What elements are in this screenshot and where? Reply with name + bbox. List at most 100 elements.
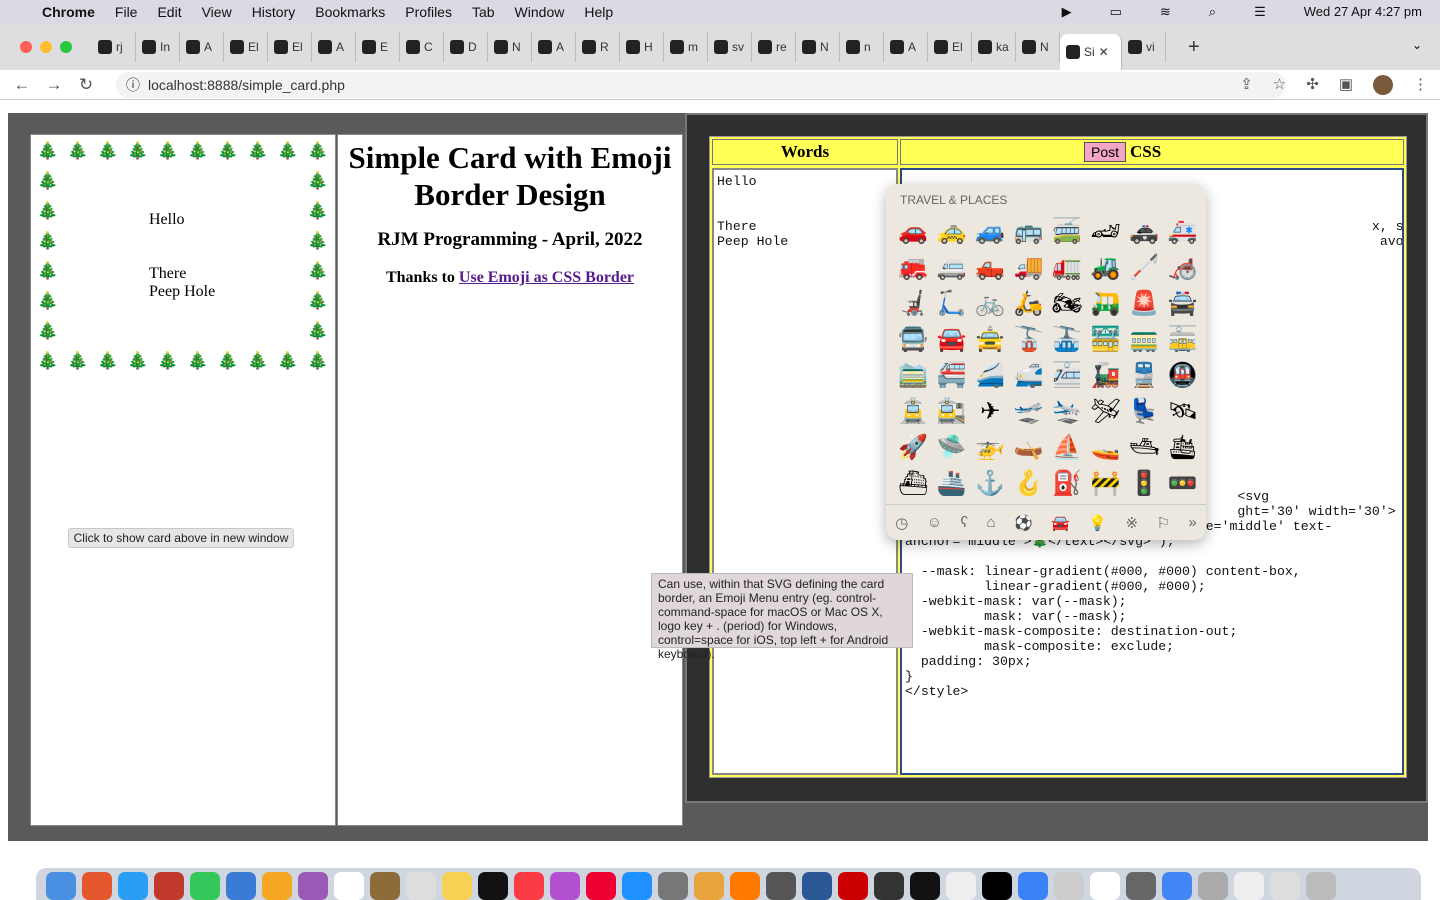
ball-icon[interactable]: ⚽ (1014, 514, 1033, 532)
emoji-option[interactable]: 🪝 (1010, 466, 1049, 502)
tab[interactable]: sv (708, 32, 752, 62)
dock-app-icon[interactable] (406, 872, 436, 900)
emoji-option[interactable]: 🚀 (894, 430, 933, 466)
emoji-option[interactable]: 🦽 (1164, 250, 1203, 286)
info-icon[interactable]: ⓘ (126, 75, 140, 95)
emoji-option[interactable]: 🛰 (1164, 394, 1203, 430)
dock-app-icon[interactable] (334, 872, 364, 900)
emoji-option[interactable]: 🚗 (894, 214, 933, 250)
tab[interactable]: A (180, 32, 224, 62)
dock-app-icon[interactable] (694, 872, 724, 900)
dock-app-icon[interactable] (442, 872, 472, 900)
dock-app-icon[interactable] (1198, 872, 1228, 900)
emoji-option[interactable]: 🚡 (1010, 322, 1049, 358)
emoji-option[interactable]: 🚜 (1087, 250, 1126, 286)
close-window-button[interactable] (20, 41, 32, 53)
emoji-option[interactable]: 🛳 (1164, 430, 1203, 466)
emoji-option[interactable]: 🚉 (933, 394, 972, 430)
emoji-option[interactable]: 🚔 (1164, 286, 1203, 322)
emoji-option[interactable]: 🚛 (1048, 250, 1087, 286)
emoji-option[interactable]: 🛵 (1010, 286, 1049, 322)
dock-app-icon[interactable] (154, 872, 184, 900)
emoji-option[interactable]: 🚁 (971, 430, 1010, 466)
emoji-option[interactable]: 🚦 (1125, 466, 1164, 502)
tab[interactable]: re (752, 32, 796, 62)
emoji-option[interactable]: 🚎 (1048, 214, 1087, 250)
emoji-option[interactable]: 🚆 (1125, 358, 1164, 394)
emoji-option[interactable]: 🚓 (1125, 214, 1164, 250)
minimize-window-button[interactable] (40, 41, 52, 53)
dock-app-icon[interactable] (298, 872, 328, 900)
food-icon[interactable]: ⌂ (987, 514, 996, 531)
dock-app-icon[interactable] (82, 872, 112, 900)
emoji-option[interactable]: 💺 (1125, 394, 1164, 430)
emoji-option[interactable]: 🚑 (1164, 214, 1203, 250)
tab[interactable]: vi (1122, 32, 1166, 62)
emoji-option[interactable]: 🛸 (933, 430, 972, 466)
menu-bookmarks[interactable]: Bookmarks (315, 4, 385, 20)
dock-app-icon[interactable] (262, 872, 292, 900)
smiley-icon[interactable]: ☺ (927, 514, 942, 531)
emoji-option[interactable]: 🚧 (1087, 466, 1126, 502)
dock-app-icon[interactable] (730, 872, 760, 900)
dock-app-icon[interactable] (1270, 872, 1300, 900)
menu-help[interactable]: Help (584, 4, 613, 20)
menu-history[interactable]: History (252, 4, 296, 20)
flag-icon[interactable]: ⚐ (1156, 514, 1169, 532)
emoji-option[interactable]: ✈ (971, 394, 1010, 430)
tab[interactable]: A (312, 32, 356, 62)
tab[interactable]: El (224, 32, 268, 62)
tab[interactable]: In (136, 32, 180, 62)
tab[interactable]: H (620, 32, 664, 62)
dock-app-icon[interactable] (982, 872, 1012, 900)
more-icon[interactable]: » (1188, 514, 1196, 531)
tab[interactable]: N (1016, 32, 1060, 62)
address-bar[interactable]: ⓘ localhost:8888/simple_card.php (116, 71, 1286, 98)
wifi-icon[interactable]: ≋ (1160, 4, 1171, 20)
emoji-option[interactable]: 🛥 (1125, 430, 1164, 466)
emoji-option[interactable]: 🚍 (894, 322, 933, 358)
show-card-button[interactable]: Click to show card above in new window (68, 528, 294, 548)
emoji-option[interactable]: 🚇 (1164, 358, 1203, 394)
travel-icon[interactable]: 🚘 (1051, 514, 1070, 532)
dock-app-icon[interactable] (1306, 872, 1336, 900)
back-button[interactable]: ← (6, 75, 38, 95)
emoji-option[interactable]: ⛽ (1048, 466, 1087, 502)
dock-app-icon[interactable] (766, 872, 796, 900)
words-textarea[interactable]: Hello There Peep Hole (712, 168, 898, 775)
dock-app-icon[interactable] (910, 872, 940, 900)
emoji-option[interactable]: 🚟 (1087, 322, 1126, 358)
dock-app-icon[interactable] (226, 872, 256, 900)
emoji-option[interactable]: 🚞 (894, 358, 933, 394)
tab[interactable]: ka (972, 32, 1016, 62)
emoji-option[interactable]: 🚖 (971, 322, 1010, 358)
dock-app-icon[interactable] (478, 872, 508, 900)
tab[interactable]: R (576, 32, 620, 62)
emoji-option[interactable]: 🏍 (1048, 286, 1087, 322)
dock-app-icon[interactable] (1162, 872, 1192, 900)
menu-edit[interactable]: Edit (157, 4, 181, 20)
bulb-icon[interactable]: 💡 (1088, 514, 1107, 532)
clock-icon[interactable]: ◷ (895, 514, 908, 532)
symbols-icon[interactable]: ※ (1125, 514, 1138, 532)
post-button[interactable]: Post (1084, 142, 1127, 162)
menu-window[interactable]: Window (515, 4, 565, 20)
tab[interactable]: A (532, 32, 576, 62)
dock-app-icon[interactable] (802, 872, 832, 900)
tab-search-chevron-icon[interactable]: ⌄ (1412, 38, 1422, 52)
tab[interactable]: n (840, 32, 884, 62)
source-link[interactable]: Use Emoji as CSS Border (459, 269, 634, 286)
more-menu-icon[interactable]: ⋮ (1413, 75, 1428, 95)
dock-app-icon[interactable] (586, 872, 616, 900)
search-icon[interactable]: ⌕ (1209, 4, 1216, 20)
emoji-option[interactable]: 🚊 (894, 394, 933, 430)
emoji-option[interactable]: 🦼 (894, 286, 933, 322)
tab[interactable]: N (796, 32, 840, 62)
dock-app-icon[interactable] (190, 872, 220, 900)
emoji-option[interactable]: 🚂 (1087, 358, 1126, 394)
dock-app-icon[interactable] (1126, 872, 1156, 900)
dock-app-icon[interactable] (514, 872, 544, 900)
tab[interactable]: C (400, 32, 444, 62)
emoji-option[interactable]: 🛴 (933, 286, 972, 322)
clock[interactable]: Wed 27 Apr 4:27 pm (1304, 4, 1422, 20)
